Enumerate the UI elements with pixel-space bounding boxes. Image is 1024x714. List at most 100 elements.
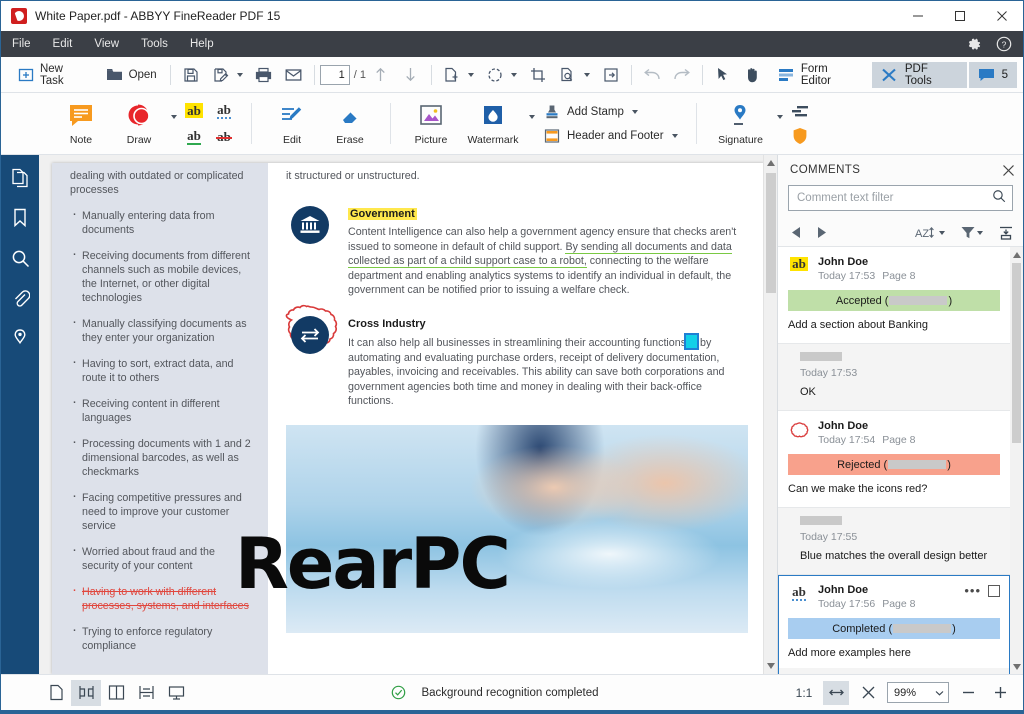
close-icon[interactable]: [981, 1, 1023, 31]
rotate-button[interactable]: [480, 61, 523, 89]
attachments-icon[interactable]: [7, 285, 33, 311]
scroll-up-icon[interactable]: [764, 155, 777, 171]
document-viewport[interactable]: dealing with outdated or complicated pro…: [39, 155, 777, 674]
comment-reply[interactable]: Today 17:55 Blue matches the overall des…: [778, 508, 1010, 575]
actual-size-button[interactable]: 1:1: [791, 681, 817, 705]
zoom-out-icon[interactable]: [955, 681, 981, 705]
email-button[interactable]: [279, 61, 309, 89]
checkbox-icon[interactable]: [988, 585, 1000, 597]
single-page-view-icon[interactable]: [41, 680, 71, 706]
save-as-button[interactable]: [206, 61, 249, 89]
add-stamp-button[interactable]: Add Stamp: [543, 103, 678, 121]
undo-button[interactable]: [637, 61, 667, 89]
signature-dropdown[interactable]: [775, 95, 783, 153]
picture-tool-button[interactable]: Picture: [403, 95, 459, 153]
print-button[interactable]: [249, 61, 279, 89]
highlight-tool-button[interactable]: ab: [185, 103, 203, 118]
new-task-button[interactable]: New Task: [9, 61, 98, 89]
chevron-down-icon[interactable]: [467, 72, 474, 77]
crop-button[interactable]: [523, 61, 553, 89]
find-page-button[interactable]: [553, 61, 596, 89]
chevron-down-icon[interactable]: [236, 72, 243, 77]
note-marker-annotation-selected[interactable]: [684, 332, 700, 350]
scroll-down-icon[interactable]: [764, 658, 777, 674]
scroll-up-icon[interactable]: [1010, 247, 1023, 262]
presentation-view-icon[interactable]: [161, 680, 191, 706]
gear-icon[interactable]: [961, 31, 987, 57]
dotted-underline-tool-button[interactable]: ab: [217, 103, 231, 119]
list-item-strikethrough-annotation[interactable]: Having to work with different processes,…: [70, 583, 252, 613]
chevron-down-icon[interactable]: [671, 133, 678, 138]
menu-tools[interactable]: Tools: [130, 31, 179, 57]
status-badge[interactable]: Rejected (): [788, 454, 1000, 475]
edit-tool-button[interactable]: Edit: [264, 95, 320, 153]
minimize-icon[interactable]: [897, 1, 939, 31]
triangle-right-icon[interactable]: [817, 227, 826, 238]
comment-filter-input[interactable]: [797, 192, 992, 204]
protect-button[interactable]: [791, 127, 809, 145]
chevron-down-icon[interactable]: [583, 72, 590, 77]
signatures-icon[interactable]: [7, 325, 33, 351]
watermark-tool-button[interactable]: Watermark: [461, 95, 525, 153]
book-view-icon[interactable]: [101, 680, 131, 706]
search-icon[interactable]: [7, 245, 33, 271]
status-badge[interactable]: Completed (): [788, 618, 1000, 639]
scrollbar-thumb[interactable]: [766, 173, 776, 293]
comments-list[interactable]: ab John Doe Today 17:53 Page 8 Accepted: [778, 247, 1023, 674]
maximize-icon[interactable]: [939, 1, 981, 31]
scroll-down-icon[interactable]: [1010, 659, 1023, 674]
comment-reply[interactable]: Today 17:57 Added in the latest version.: [779, 668, 1009, 674]
export-page-button[interactable]: [596, 61, 626, 89]
redact-button[interactable]: [791, 103, 809, 121]
close-icon[interactable]: [1002, 164, 1015, 177]
status-badge[interactable]: Accepted (): [788, 290, 1000, 311]
collapse-all-icon[interactable]: [999, 226, 1013, 240]
header-footer-button[interactable]: Header and Footer: [543, 127, 678, 145]
previous-page-button[interactable]: [366, 61, 396, 89]
comment-card[interactable]: John Doe Today 17:54 Page 8 Rejected (): [778, 411, 1010, 508]
select-tool-button[interactable]: [708, 61, 738, 89]
continuous-view-icon[interactable]: [131, 680, 161, 706]
triangle-left-icon[interactable]: [792, 227, 801, 238]
menu-help[interactable]: Help: [179, 31, 225, 57]
pages-icon[interactable]: [7, 165, 33, 191]
signature-tool-button[interactable]: Signature: [709, 95, 773, 153]
underline-tool-button[interactable]: ab: [187, 129, 201, 145]
sort-az-icon[interactable]: AZ: [915, 226, 945, 240]
chevron-down-icon[interactable]: [631, 109, 638, 114]
comments-button[interactable]: 5: [968, 61, 1017, 88]
menu-edit[interactable]: Edit: [42, 31, 84, 57]
redo-button[interactable]: [667, 61, 697, 89]
hand-tool-button[interactable]: [738, 61, 768, 89]
zoom-in-icon[interactable]: [987, 681, 1013, 705]
erase-tool-button[interactable]: Erase: [322, 95, 378, 153]
add-page-button[interactable]: [437, 61, 480, 89]
scrollbar-thumb[interactable]: [1012, 263, 1021, 443]
bookmarks-icon[interactable]: [7, 205, 33, 231]
two-page-view-icon[interactable]: [71, 679, 101, 706]
menu-view[interactable]: View: [83, 31, 130, 57]
save-button[interactable]: [176, 61, 206, 89]
draw-dropdown[interactable]: [169, 95, 177, 153]
more-dots-icon[interactable]: •••: [964, 584, 981, 597]
section-heading-highlight-annotation[interactable]: Government: [348, 208, 417, 220]
next-page-button[interactable]: [396, 61, 426, 89]
comment-reply[interactable]: Today 17:53 OK: [778, 344, 1010, 411]
chevron-down-icon[interactable]: [935, 687, 944, 699]
menu-file[interactable]: File: [1, 31, 42, 57]
watermark-dropdown[interactable]: [527, 95, 535, 153]
open-button[interactable]: Open: [98, 61, 165, 89]
pdf-tools-button[interactable]: PDF Tools: [871, 61, 967, 88]
fit-page-icon[interactable]: [855, 681, 881, 705]
chevron-down-icon[interactable]: [510, 72, 517, 77]
funnel-icon[interactable]: [961, 226, 983, 239]
fit-width-icon[interactable]: [823, 680, 849, 705]
comment-card[interactable]: ab John Doe Today 17:53 Page 8 Accepted: [778, 247, 1010, 344]
search-icon[interactable]: [992, 189, 1006, 208]
zoom-select[interactable]: 99%: [887, 682, 949, 703]
draw-tool-button[interactable]: Draw: [111, 95, 167, 153]
note-tool-button[interactable]: Note: [53, 95, 109, 153]
document-scrollbar[interactable]: [763, 155, 777, 674]
pdf-page[interactable]: dealing with outdated or complicated pro…: [52, 163, 764, 674]
comment-card-selected[interactable]: ab John Doe Today 17:56 Page 8 ••• Compl…: [778, 575, 1010, 674]
